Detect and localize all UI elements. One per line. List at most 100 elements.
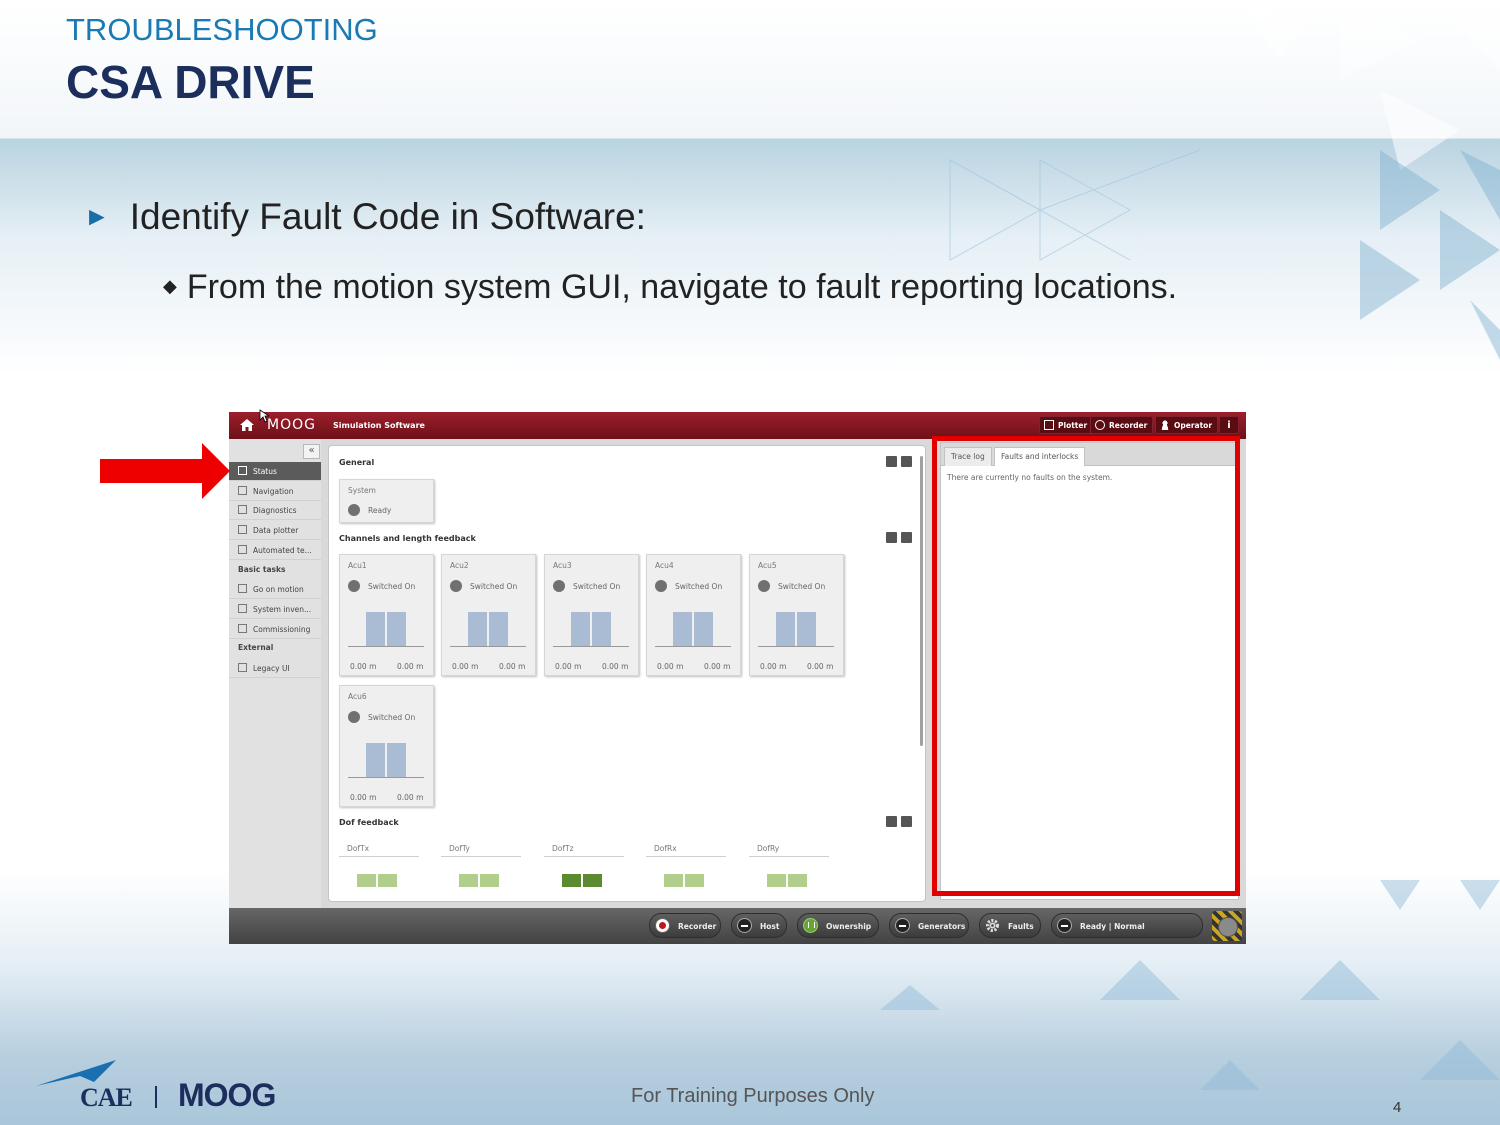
dof-divider <box>441 856 521 857</box>
list-view-icon[interactable] <box>901 816 912 827</box>
emergency-stop-knob <box>1218 917 1238 937</box>
bar-baseline <box>348 777 424 778</box>
status-led-icon <box>758 580 770 592</box>
state-label: Ready | Normal <box>1080 922 1145 931</box>
actuator-name: Acu3 <box>553 561 572 570</box>
recorder-top-label: Recorder <box>1109 421 1148 430</box>
dof-indicator: DofTz <box>544 844 624 887</box>
sidebar-item-data-plotter[interactable]: Data plotter <box>229 521 321 540</box>
dof-indicator: DofTy <box>441 844 521 887</box>
operator-button[interactable]: Operator <box>1155 416 1219 434</box>
sidebar-item-system-inventory[interactable]: System inven... <box>229 600 321 619</box>
collapse-sidebar-button[interactable]: « <box>303 444 320 459</box>
state-button[interactable]: Ready | Normal <box>1051 913 1203 938</box>
ownership-button[interactable]: Ownership <box>797 913 879 938</box>
actuator-card[interactable]: Acu6 Switched On 0.00 m 0.00 m <box>339 685 434 807</box>
sidebar-section-external: External <box>238 643 274 652</box>
app-title: Simulation Software <box>333 421 425 430</box>
list-view-icon[interactable] <box>901 532 912 543</box>
dof-bar <box>378 874 397 887</box>
status-icon <box>238 466 247 475</box>
gear-icon <box>985 918 1000 933</box>
sidebar-item-status[interactable]: Status <box>229 462 321 481</box>
actuator-card[interactable]: Acu5 Switched On 0.00 m 0.00 m <box>749 554 844 676</box>
dof-name: DofRx <box>654 844 677 853</box>
actuator-value: 0.00 m <box>350 662 377 671</box>
moog-logo: MOOG <box>178 1077 276 1113</box>
length-bar <box>776 612 795 646</box>
bar-baseline <box>348 646 424 647</box>
length-bar <box>673 612 692 646</box>
actuator-card[interactable]: Acu4 Switched On 0.00 m 0.00 m <box>646 554 741 676</box>
emergency-stop-icon[interactable] <box>1212 911 1242 941</box>
recorder-button[interactable]: Recorder <box>649 913 721 938</box>
record-icon <box>1095 420 1105 430</box>
host-button[interactable]: Host <box>731 913 787 938</box>
actuator-name: Acu6 <box>348 692 367 701</box>
sidebar-item-diagnostics[interactable]: Diagnostics <box>229 501 321 520</box>
ownership-icon <box>803 918 818 933</box>
actuator-value: 0.00 m <box>807 662 834 671</box>
edit-icon <box>238 604 247 613</box>
dof-name: DofTz <box>552 844 574 853</box>
length-bar <box>571 612 590 646</box>
diagnostics-icon <box>238 505 247 514</box>
recorder-top-button[interactable]: Recorder <box>1090 416 1154 434</box>
actuator-name: Acu1 <box>348 561 367 570</box>
grid-view-icon[interactable] <box>886 816 897 827</box>
dof-name: DofRy <box>757 844 780 853</box>
channels-section-title: Channels and length feedback <box>339 534 476 543</box>
dof-divider <box>544 856 624 857</box>
actuator-card[interactable]: Acu2 Switched On 0.00 m 0.00 m <box>441 554 536 676</box>
actuator-name: Acu4 <box>655 561 674 570</box>
status-led-icon <box>348 504 360 516</box>
sidebar-item-legacy-ui[interactable]: Legacy UI <box>229 659 321 678</box>
sidebar-item-label: Status <box>253 467 277 476</box>
sidebar-item-commissioning[interactable]: Commissioning <box>229 620 321 639</box>
footer-text: For Training Purposes Only <box>631 1085 875 1107</box>
dof-bar <box>788 874 807 887</box>
grid-view-icon[interactable] <box>886 456 897 467</box>
plotter-icon <box>238 525 247 534</box>
actuator-card[interactable]: Acu1 Switched On 0.00 m 0.00 m <box>339 554 434 676</box>
dof-divider <box>646 856 726 857</box>
dof-indicator: DofRy <box>749 844 829 887</box>
highlight-box <box>932 436 1240 896</box>
record-icon <box>655 918 670 933</box>
minus-icon <box>895 918 910 933</box>
dof-section-title: Dof feedback <box>339 818 399 827</box>
document-icon <box>238 545 247 554</box>
faults-button[interactable]: Faults <box>979 913 1041 938</box>
sidebar-item-automated-tests[interactable]: Automated te... <box>229 541 321 560</box>
dof-bar <box>459 874 478 887</box>
dof-indicator: DofRx <box>646 844 726 887</box>
main-bullet-text: Identify Fault Code in Software: <box>129 196 646 237</box>
triangle-bullet-icon: ► <box>84 201 110 231</box>
grid-view-icon[interactable] <box>886 532 897 543</box>
length-bar <box>592 612 611 646</box>
minus-icon <box>1057 918 1072 933</box>
faults-label: Faults <box>1008 922 1034 931</box>
actuator-card[interactable]: Acu3 Switched On 0.00 m 0.00 m <box>544 554 639 676</box>
sidebar-item-label: Commissioning <box>253 625 311 634</box>
bar-baseline <box>450 646 526 647</box>
info-button[interactable]: i <box>1219 416 1239 434</box>
sidebar-item-go-on-motion[interactable]: Go on motion <box>229 580 321 599</box>
plotter-button[interactable]: Plotter <box>1039 416 1094 434</box>
generators-label: Generators <box>918 922 966 931</box>
main-panel-scrollbar[interactable] <box>920 456 923 746</box>
slide-title: CSA DRIVE <box>66 56 315 108</box>
sidebar-item-navigation[interactable]: Navigation <box>229 482 321 501</box>
home-icon[interactable] <box>239 417 255 433</box>
generators-button[interactable]: Generators <box>889 913 969 938</box>
list-view-icon[interactable] <box>901 456 912 467</box>
length-bar <box>797 612 816 646</box>
system-card-name: System <box>348 486 376 495</box>
app-topbar: MOOG Simulation Software Plotter Recorde… <box>229 412 1246 439</box>
length-bar <box>387 743 406 777</box>
sidebar-item-label: Automated te... <box>253 546 312 555</box>
actuator-value: 0.00 m <box>499 662 526 671</box>
sidebar-item-label: Data plotter <box>253 526 299 535</box>
diamond-bullet-icon: ◆ <box>163 276 177 296</box>
dof-bar <box>583 874 602 887</box>
